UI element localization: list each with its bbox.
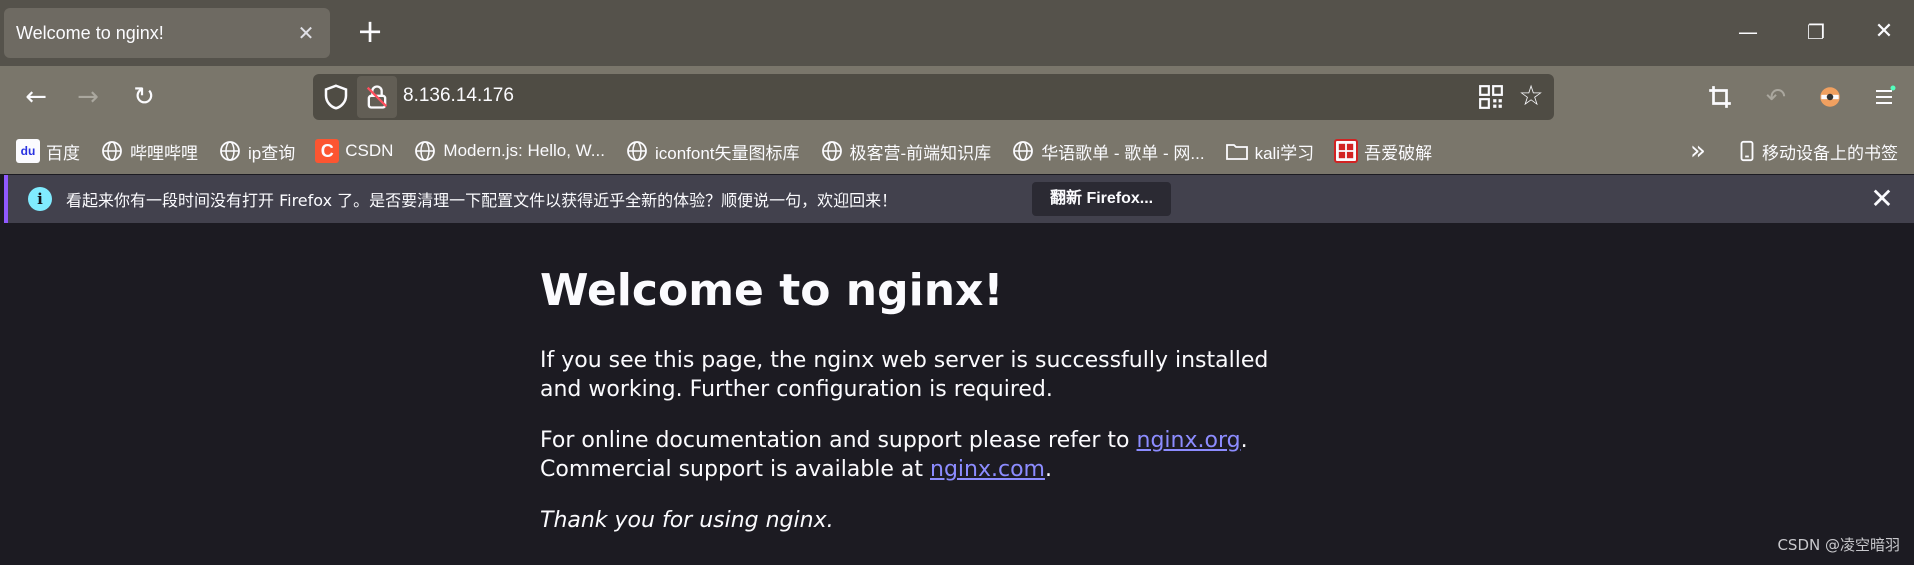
new-tab-button[interactable]: + bbox=[352, 14, 388, 50]
mobile-bookmarks-button[interactable]: 移动设备上的书签 bbox=[1736, 128, 1898, 174]
refresh-firefox-button[interactable]: 翻新 Firefox... bbox=[1032, 182, 1172, 216]
bookmark-label: CSDN bbox=[345, 141, 394, 160]
bookmark-bilibili[interactable]: 哔哩哔哩 bbox=[100, 139, 198, 164]
info-icon: i bbox=[28, 187, 52, 211]
bookmark-modernjs[interactable]: Modern.js: Hello, W... bbox=[413, 139, 605, 163]
bookmarks-toolbar: du 百度 哔哩哔哩 ip查询 C CSDN Modern.js: Hello,… bbox=[0, 128, 1914, 174]
tracking-shield-icon[interactable] bbox=[321, 82, 351, 112]
window-close-icon[interactable]: ✕ bbox=[1866, 14, 1902, 50]
bookmark-label: 百度 bbox=[46, 143, 80, 163]
restore-icon[interactable]: ❐ bbox=[1798, 14, 1834, 50]
minimize-icon[interactable]: — bbox=[1730, 14, 1766, 50]
menu-icon[interactable] bbox=[1866, 79, 1902, 115]
support-text-period: . bbox=[1240, 428, 1248, 453]
commercial-text: Commercial support is available at bbox=[540, 457, 930, 482]
commercial-text-period: . bbox=[1044, 457, 1052, 482]
globe-icon bbox=[627, 141, 647, 161]
nginx-org-link[interactable]: nginx.org bbox=[1137, 428, 1241, 453]
forward-button[interactable]: → bbox=[70, 79, 106, 115]
bookmark-csdn[interactable]: C CSDN bbox=[315, 139, 393, 163]
thanks-paragraph: Thank you for using nginx. bbox=[540, 508, 834, 533]
tab-title: Welcome to nginx! bbox=[16, 22, 164, 43]
nginx-welcome: Welcome to nginx! If you see this page, … bbox=[540, 265, 1300, 557]
bookmark-label: 极客营-前端知识库 bbox=[849, 143, 992, 163]
bookmark-label: Modern.js: Hello, W... bbox=[443, 141, 605, 160]
site-security-button[interactable] bbox=[357, 76, 397, 118]
nginx-com-link[interactable]: nginx.com bbox=[930, 457, 1045, 482]
undo-icon[interactable]: ↶ bbox=[1758, 79, 1794, 115]
bookmark-baidu[interactable]: du 百度 bbox=[16, 139, 80, 164]
globe-icon bbox=[821, 141, 842, 161]
bookmark-star-icon[interactable]: ☆ bbox=[1515, 80, 1547, 112]
url-bar[interactable]: 8.136.14.176 ☆ bbox=[313, 74, 1554, 120]
bookmarks-overflow-button[interactable]: » bbox=[1690, 128, 1706, 174]
tab-close-icon[interactable]: ✕ bbox=[294, 21, 318, 45]
folder-icon bbox=[1225, 144, 1248, 160]
bookmark-label: kali学习 bbox=[1254, 143, 1315, 163]
bookmark-iconfont[interactable]: iconfont矢量图标库 bbox=[625, 139, 800, 164]
bookmark-label: 哔哩哔哩 bbox=[130, 143, 198, 163]
notification-text: 看起来你有一段时间没有打开 Firefox 了。是否要清理一下配置文件以获得近乎… bbox=[66, 191, 898, 210]
52pojie-icon bbox=[1334, 139, 1359, 163]
bookmark-label: ip查询 bbox=[248, 143, 296, 163]
bookmark-music-playlist[interactable]: 华语歌单 - 歌单 - 网... bbox=[1011, 139, 1205, 164]
intro-paragraph: If you see this page, the nginx web serv… bbox=[540, 348, 1269, 402]
support-text: For online documentation and support ple… bbox=[540, 428, 1137, 453]
url-text[interactable]: 8.136.14.176 bbox=[403, 85, 514, 107]
notification-bar: i 看起来你有一段时间没有打开 Firefox 了。是否要清理一下配置文件以获得… bbox=[4, 175, 1914, 223]
globe-icon bbox=[415, 141, 436, 161]
globe-icon bbox=[102, 141, 122, 161]
globe-icon bbox=[220, 141, 240, 161]
browser-window: Welcome to nginx! ✕ + — ❐ ✕ ← → ↻ 8.136.… bbox=[0, 0, 1914, 565]
qr-code-icon[interactable] bbox=[1478, 84, 1504, 110]
csdn-icon: C bbox=[315, 139, 340, 163]
back-button[interactable]: ← bbox=[18, 79, 54, 115]
reload-button[interactable]: ↻ bbox=[126, 79, 162, 115]
extension-icon[interactable] bbox=[1812, 79, 1848, 115]
page-content: Welcome to nginx! If you see this page, … bbox=[0, 225, 1914, 565]
mobile-device-icon bbox=[1740, 140, 1754, 162]
page-title: Welcome to nginx! bbox=[540, 265, 1004, 316]
bookmark-label: 华语歌单 - 歌单 - 网... bbox=[1041, 143, 1205, 163]
watermark: CSDN @凌空暗羽 bbox=[1777, 536, 1900, 554]
crop-icon[interactable] bbox=[1702, 79, 1738, 115]
mobile-bookmarks-label: 移动设备上的书签 bbox=[1762, 143, 1898, 164]
notification-close-icon[interactable]: ✕ bbox=[1866, 183, 1898, 215]
insecure-lock-icon bbox=[366, 85, 388, 109]
bookmark-ip-lookup[interactable]: ip查询 bbox=[218, 139, 295, 164]
globe-icon bbox=[1013, 141, 1034, 161]
bookmark-label: 吾爱破解 bbox=[1364, 143, 1433, 163]
bookmark-jikeying[interactable]: 极客营-前端知识库 bbox=[820, 139, 992, 164]
tab-active[interactable]: Welcome to nginx! ✕ bbox=[4, 8, 330, 58]
bookmark-52pojie[interactable]: 吾爱破解 bbox=[1334, 139, 1432, 164]
baidu-icon: du bbox=[16, 139, 40, 163]
tab-strip: Welcome to nginx! ✕ + — ❐ ✕ bbox=[0, 0, 1914, 66]
bookmark-folder-kali[interactable]: kali学习 bbox=[1225, 139, 1315, 164]
nav-bar: ← → ↻ 8.136.14.176 ☆ ↶ bbox=[0, 66, 1914, 128]
bookmark-label: iconfont矢量图标库 bbox=[654, 143, 800, 163]
support-paragraph: For online documentation and support ple… bbox=[540, 426, 1300, 484]
